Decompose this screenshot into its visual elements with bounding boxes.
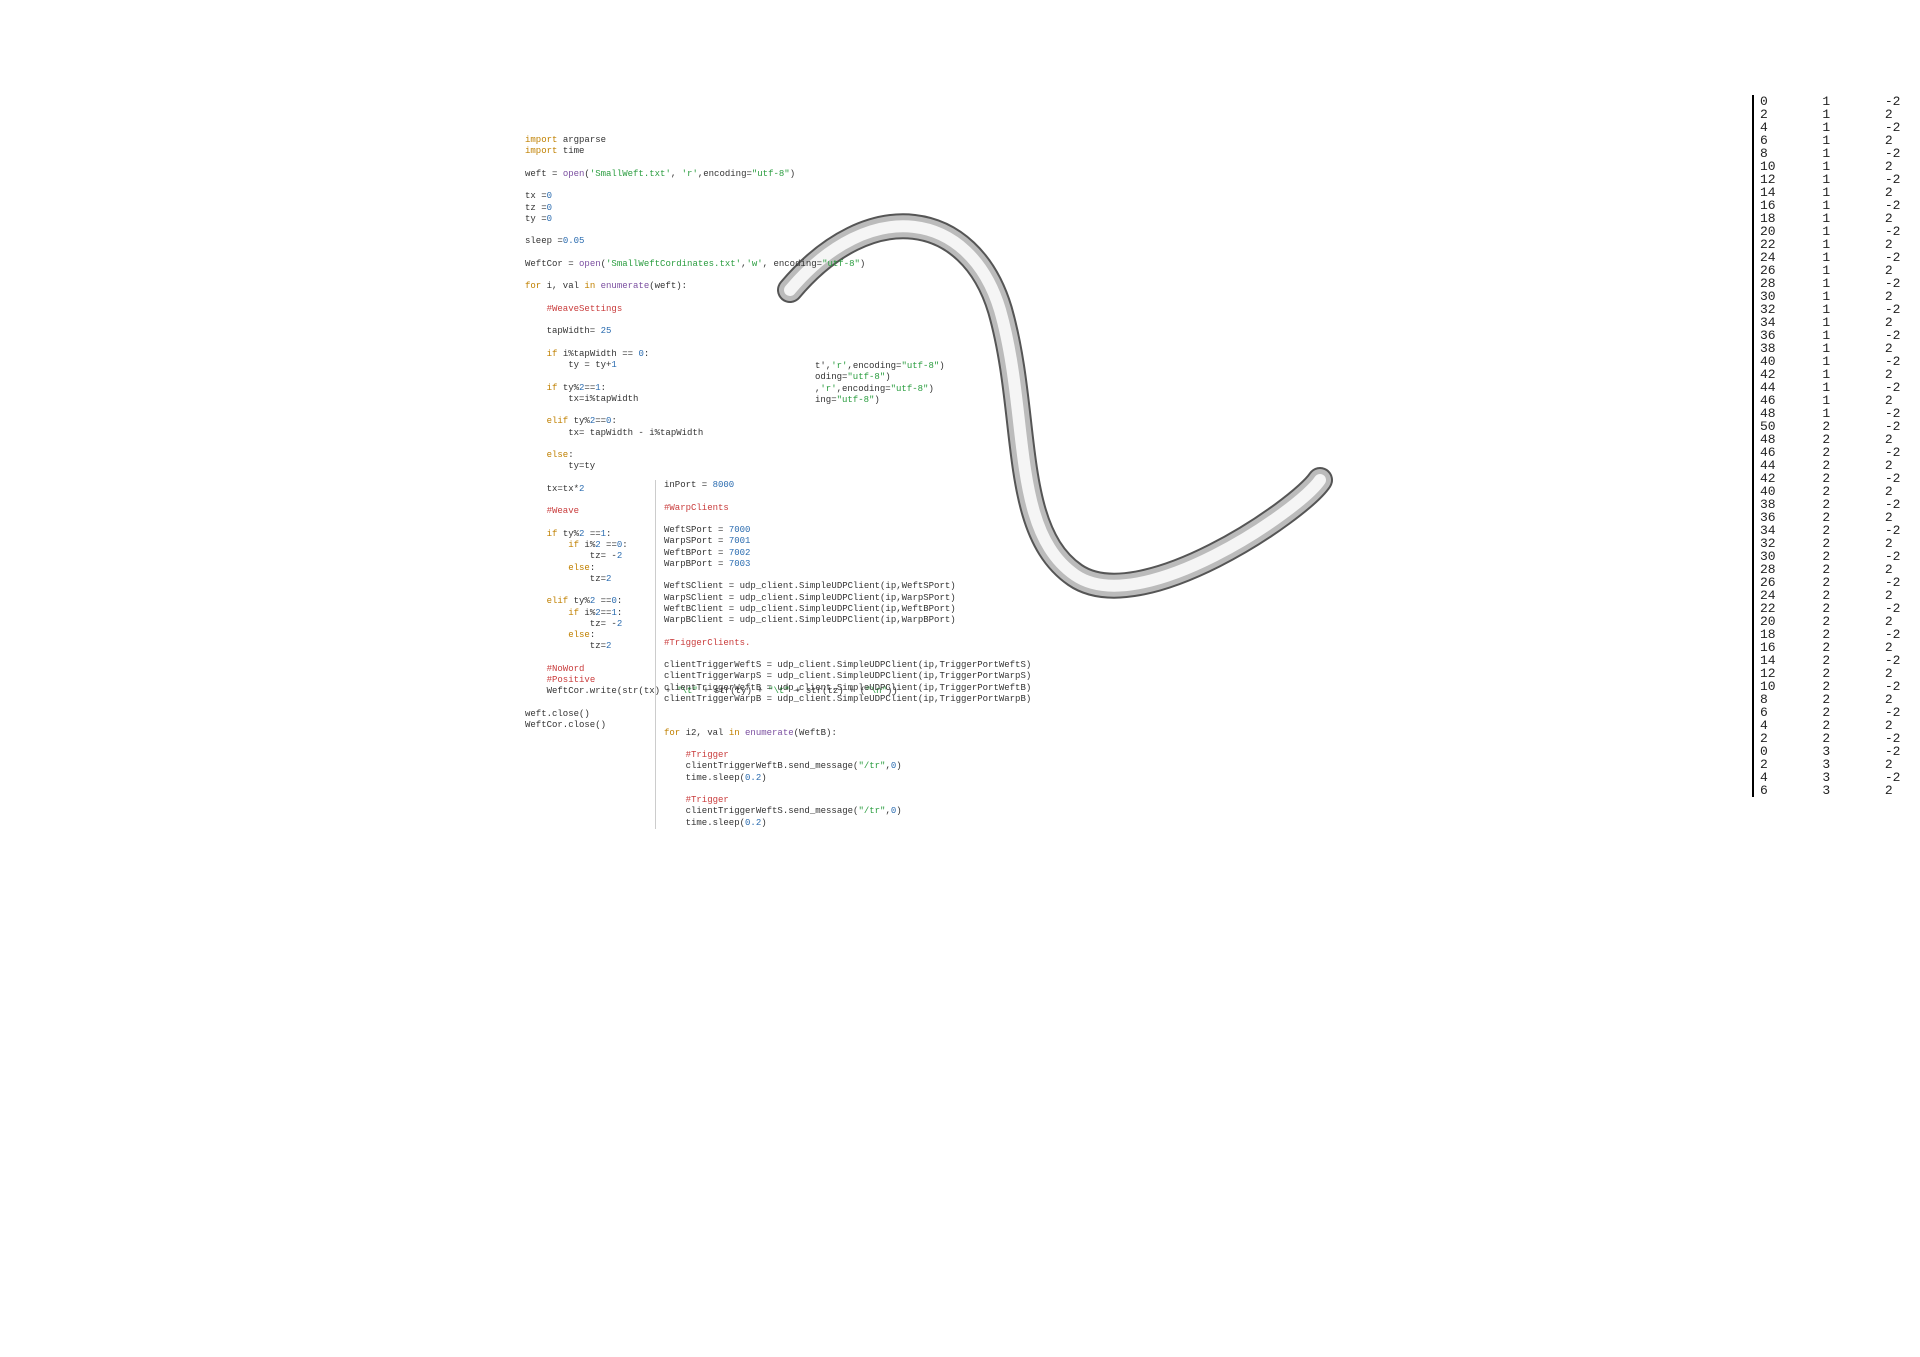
weft-coordinates-table: 0 1 -2 2 1 2 4 1 -2 6 1 2 8 1 -2 10 1 2 … bbox=[1752, 95, 1920, 797]
stage: import argparse import time weft = open(… bbox=[0, 0, 1920, 1357]
code-block-osc: inPort = 8000 #WarpClients WeftSPort = 7… bbox=[655, 480, 964, 829]
code-snippet-encoding: t','r',encoding="utf-8") oding="utf-8") … bbox=[815, 361, 945, 406]
